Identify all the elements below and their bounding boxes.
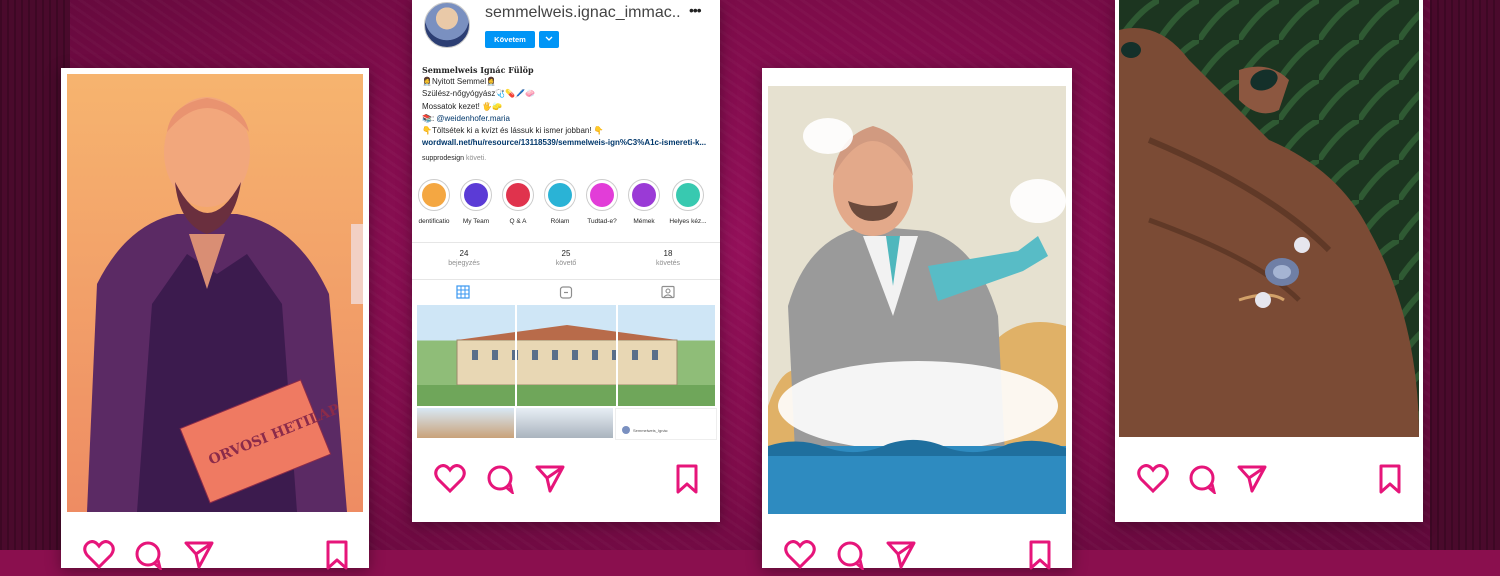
thumbnail-avatar xyxy=(622,426,630,434)
stat-label: bejegyzés xyxy=(448,260,480,267)
portrait-post-card: ORVOSI HETILAP xyxy=(61,68,369,570)
bio-line: Szülész-nőgyógyász🩺💊🖊️🧼 xyxy=(422,89,536,99)
stat-followers[interactable]: 25 követő xyxy=(531,249,601,267)
grid-icon[interactable] xyxy=(456,285,470,299)
chevron-down-icon xyxy=(545,36,553,41)
highlight-rolam[interactable]: Rólam xyxy=(542,179,578,225)
followed-by-text: követi. xyxy=(464,155,487,162)
bio-link[interactable]: wordwall.net/hu/resource/13118539/semmel… xyxy=(422,137,717,149)
stat-label: követő xyxy=(555,260,577,267)
profile-card: semmelweis.ignac_immac... ••• Követem Se… xyxy=(412,0,720,522)
profile-tabs xyxy=(412,281,720,303)
highlight-label: dentificatio xyxy=(418,218,450,225)
post-thumbnail-parliament[interactable] xyxy=(417,408,514,438)
heart-icon[interactable] xyxy=(784,540,816,570)
highlight-label: Mémek xyxy=(633,218,655,225)
bio-mention-prefix: 📚: xyxy=(422,113,437,123)
bio-mention-link[interactable]: @weidenhofer.maria xyxy=(436,114,510,123)
highlight-identification[interactable]: dentificatio xyxy=(416,179,452,225)
highlight-icon xyxy=(422,183,446,207)
stat-following[interactable]: 18 követés xyxy=(633,249,703,267)
bookmark-icon[interactable] xyxy=(325,540,349,570)
display-name: Semmelweis Ignác Fülöp xyxy=(422,65,534,75)
highlight-helyes-kez[interactable]: Helyes kéz... xyxy=(668,179,708,225)
share-icon[interactable] xyxy=(1236,464,1268,494)
reels-icon[interactable] xyxy=(559,285,573,299)
highlight-label: Tudtad-e? xyxy=(587,218,617,225)
bio-mention-line: 📚: @weidenhofer.maria xyxy=(422,113,717,125)
heart-icon[interactable] xyxy=(1137,464,1169,494)
stat-posts[interactable]: 24 bejegyzés xyxy=(429,249,499,267)
ring-post-actions xyxy=(1115,460,1423,500)
highlight-icon xyxy=(464,183,488,207)
follow-dropdown-button[interactable] xyxy=(539,31,559,48)
bookmark-icon[interactable] xyxy=(1378,464,1402,494)
highlight-label: Helyes kéz... xyxy=(669,218,707,225)
share-icon[interactable] xyxy=(534,464,566,494)
highlight-label: Rólam xyxy=(550,218,570,225)
bio-cta: 👇Töltsétek ki a kvízt és lássuk ki ismer… xyxy=(422,126,604,136)
profile-bio: Semmelweis Ignác Fülöp 👩‍⚕️Nyitott Semme… xyxy=(422,64,717,149)
post-thumbnail-building[interactable] xyxy=(417,305,715,406)
thumbnail-caption: Semmelweis_Ignác xyxy=(633,428,668,433)
highlight-icon xyxy=(548,183,572,207)
highlight-icon xyxy=(506,183,530,207)
stat-value: 18 xyxy=(663,249,673,258)
comment-icon[interactable] xyxy=(485,464,515,494)
highlight-label: My Team xyxy=(462,218,490,225)
highlight-label: Q & A xyxy=(509,218,527,225)
comment-icon[interactable] xyxy=(1187,464,1217,494)
bookmark-icon[interactable] xyxy=(675,464,699,494)
highlight-qa[interactable]: Q & A xyxy=(500,179,536,225)
followed-by-user[interactable]: supprodesign xyxy=(422,155,464,162)
highlight-icon xyxy=(632,183,656,207)
highlight-icon xyxy=(590,183,614,207)
left-edge-pattern xyxy=(0,0,70,550)
followed-by: supprodesign követi. xyxy=(422,155,486,162)
heart-icon[interactable] xyxy=(434,464,466,494)
comment-icon[interactable] xyxy=(835,540,865,570)
right-edge-pattern xyxy=(1430,0,1500,550)
portrait-photo: ORVOSI HETILAP xyxy=(67,74,363,512)
stat-label: követés xyxy=(655,260,681,267)
avatar[interactable] xyxy=(424,2,470,48)
tagged-icon[interactable] xyxy=(661,285,675,299)
profile-stats: 24 bejegyzés 25 követő 18 követés xyxy=(412,242,720,280)
profile-username: semmelweis.ignac_immac... xyxy=(485,4,680,21)
highlight-icon xyxy=(676,183,700,207)
share-icon[interactable] xyxy=(885,540,917,570)
ring-post-card xyxy=(1115,0,1423,522)
post-thumbnail-city[interactable] xyxy=(516,408,613,438)
highlight-memek[interactable]: Mémek xyxy=(626,179,662,225)
stat-value: 24 xyxy=(459,249,469,258)
portrait-post-actions xyxy=(61,536,369,576)
share-icon[interactable] xyxy=(183,540,215,570)
highlight-tudtad-e[interactable]: Tudtad-e? xyxy=(584,179,620,225)
heart-icon[interactable] xyxy=(83,540,115,570)
ring-photo xyxy=(1119,0,1419,437)
illustration-post-actions xyxy=(762,536,1072,576)
comment-icon[interactable] xyxy=(133,540,163,570)
illustration-post-card xyxy=(762,68,1072,570)
post-thumbnail-screenshot[interactable]: Semmelweis_Ignác xyxy=(615,408,717,440)
illustration-photo xyxy=(768,86,1066,514)
bio-line: 👩‍⚕️Nyitott Semmel👩‍⚕️ xyxy=(422,77,497,87)
highlight-my-team[interactable]: My Team xyxy=(458,179,494,225)
stat-value: 25 xyxy=(561,249,571,258)
more-options-icon[interactable]: ••• xyxy=(689,2,702,18)
bookmark-icon[interactable] xyxy=(1028,540,1052,570)
profile-card-actions xyxy=(412,460,720,500)
follow-button[interactable]: Követem xyxy=(485,31,535,48)
bio-line: Mossatok kezet! 🖐️🧽 xyxy=(422,101,502,111)
